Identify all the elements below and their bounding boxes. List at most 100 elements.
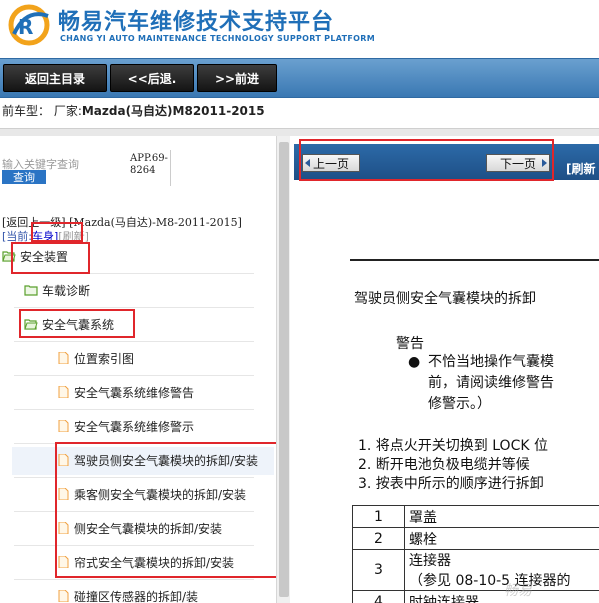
- tree-item-curtain-airbag[interactable]: 帘式安全气囊模块的拆卸/安装: [56, 551, 234, 573]
- document-icon: [58, 352, 69, 364]
- folder-open-icon: [24, 319, 38, 330]
- svg-text:R: R: [18, 15, 33, 39]
- next-page-label: 下一页: [499, 156, 536, 171]
- warning-title: 警告: [396, 336, 424, 352]
- search-button[interactable]: 查询: [2, 170, 46, 184]
- warning-text: ● 不恰当地操作气囊模 前，请阅读维修警告 修警示。）: [408, 352, 554, 415]
- triangle-right-icon: [542, 159, 547, 167]
- table-cell: 1: [352, 505, 405, 528]
- left-panel: 输入关键字查询 查询 APP.69-8264 [返回上一级] [Mazda(马自…: [0, 136, 276, 603]
- refresh-link[interactable]: [刷新: [566, 160, 596, 177]
- tree-item-service-caution[interactable]: 安全气囊系统维修警示: [56, 415, 194, 437]
- table-row: 2 螺栓: [352, 527, 599, 550]
- breadcrumb-refresh[interactable]: [刷新]: [58, 230, 89, 243]
- triangle-left-icon: [305, 159, 310, 167]
- step-line: 3. 按表中所示的顺序进行拆卸: [358, 476, 544, 492]
- warning-line: 不恰当地操作气囊模: [428, 354, 554, 370]
- tree-item-label: 车载诊断: [42, 283, 91, 298]
- document-icon: [58, 590, 69, 602]
- table-cell: 连接器 （参见 08-10-5 连接器的: [404, 549, 599, 591]
- divider: [0, 128, 599, 136]
- tree-item-label: 侧安全气囊模块的拆卸/安装: [74, 521, 223, 536]
- tree-item-service-warning[interactable]: 安全气囊系统维修警告: [56, 381, 194, 403]
- tree-item-label: 安全气囊系统维修警示: [74, 419, 195, 434]
- table-row: 3 连接器 （参见 08-10-5 连接器的: [352, 549, 599, 591]
- prev-page-label: 上一页: [312, 156, 349, 171]
- warning-line: 前，请阅读维修警告: [428, 375, 554, 391]
- back-button[interactable]: <<后退.: [110, 64, 194, 92]
- breadcrumb-current: [当前:: [2, 230, 32, 243]
- tree-item-crash-sensor[interactable]: 碰撞区传感器的拆卸/装: [56, 585, 198, 603]
- tree-item-label: 安全气囊系统维修警告: [74, 385, 195, 400]
- row-divider: [14, 511, 254, 512]
- watermark: 畅易: [504, 583, 532, 599]
- tree-item-driver-airbag[interactable]: 驾驶员侧安全气囊模块的拆卸/安装: [56, 449, 258, 471]
- document-title: 驾驶员侧安全气囊模块的拆卸: [354, 291, 536, 307]
- table-row: 4 时钟连接器: [352, 590, 599, 603]
- brand-title: 畅易汽车维修技术支持平台: [58, 10, 335, 35]
- tree-item-location-index[interactable]: 位置索引图: [56, 347, 134, 369]
- breadcrumb-car[interactable]: 车身]: [32, 230, 58, 243]
- row-divider: [14, 341, 254, 342]
- row-divider: [14, 409, 254, 410]
- app-code: APP.69-8264: [130, 153, 168, 176]
- row-divider: [14, 375, 254, 376]
- table-cell: 时钟连接器: [404, 590, 599, 603]
- document-icon: [58, 386, 69, 398]
- row-divider: [14, 545, 254, 546]
- table-cell: 螺栓: [404, 527, 599, 550]
- document-icon: [58, 488, 69, 500]
- forward-button[interactable]: >>前进: [197, 64, 277, 92]
- tree-item-label: 乘客侧安全气囊模块的拆卸/安装: [74, 487, 247, 502]
- procedure-table: 1 罩盖 2 螺栓 3 连接器 （参见 08-10-5 连接器的 4 时钟连接器: [352, 505, 599, 603]
- prev-page-button[interactable]: 上一页: [302, 154, 360, 172]
- table-cell: 罩盖: [404, 505, 599, 528]
- cy-logo-icon: R: [8, 4, 50, 46]
- folder-icon: [24, 285, 38, 296]
- document-icon: [58, 454, 69, 466]
- document-icon: [58, 420, 69, 432]
- folder-open-icon: [2, 251, 16, 262]
- page-toolbar: 上一页 下一页 [刷新: [294, 144, 599, 180]
- step-line: 1. 将点火开关切换到 LOCK 位: [358, 438, 548, 454]
- tree-item-label: 帘式安全气囊模块的拆卸/安装: [74, 555, 235, 570]
- nav-bar: 返回主目录 <<后退. >>前进: [0, 58, 599, 98]
- step-line: 2. 断开电池负极电缆并等候: [358, 457, 530, 473]
- table-cell: 3: [352, 549, 405, 591]
- document-icon: [58, 556, 69, 568]
- tree-item-label: 位置索引图: [74, 351, 135, 366]
- table-cell: 4: [352, 590, 405, 603]
- tree-item-label: 驾驶员侧安全气囊模块的拆卸/安装: [74, 453, 259, 468]
- breadcrumb: [当前:车身][刷新]: [2, 228, 89, 244]
- tree-item-label: 安全气囊系统: [42, 317, 115, 332]
- row-divider: [14, 477, 254, 478]
- tree-item-safety-devices[interactable]: 安全装置: [2, 245, 68, 267]
- scrollbar-thumb[interactable]: [279, 142, 289, 597]
- main-menu-button[interactable]: 返回主目录: [3, 64, 107, 92]
- left-scrollbar[interactable]: [276, 136, 290, 603]
- tree-item-onboard-diagnosis[interactable]: 车载诊断: [24, 279, 90, 301]
- row-divider: [14, 443, 254, 444]
- tree-item-passenger-airbag[interactable]: 乘客侧安全气囊模块的拆卸/安装: [56, 483, 246, 505]
- table-cell-main: 连接器: [409, 553, 451, 569]
- current-model-value: Mazda(马自达)M82011-2015: [81, 104, 265, 118]
- document-icon: [58, 522, 69, 534]
- bullet-icon: ●: [408, 354, 421, 370]
- brand-subtitle: CHANG YI AUTO MAINTENANCE TECHNOLOGY SUP…: [60, 34, 375, 43]
- tree-item-airbag-system[interactable]: 安全气囊系统: [24, 313, 114, 335]
- tree-item-label: 碰撞区传感器的拆卸/装: [74, 589, 199, 603]
- warning-line: 修警示。）: [428, 396, 491, 412]
- table-row: 1 罩盖: [352, 505, 599, 528]
- current-model: 前车型： 厂家:Mazda(马自达)M82011-2015: [0, 102, 599, 122]
- current-model-prefix: 前车型： 厂家:: [2, 104, 82, 118]
- row-divider: [14, 273, 254, 274]
- separator: [170, 150, 171, 186]
- row-divider: [14, 307, 254, 308]
- tree-item-side-airbag[interactable]: 侧安全气囊模块的拆卸/安装: [56, 517, 222, 539]
- document-panel: 上一页 下一页 [刷新 驾驶员侧安全气囊模块的拆卸 警告 ● 不恰当地操作气囊模…: [294, 136, 599, 603]
- app-header: R 畅易汽车维修技术支持平台 CHANG YI AUTO MAINTENANCE…: [0, 0, 599, 55]
- row-divider: [14, 579, 254, 580]
- document-rule: [350, 259, 599, 261]
- table-cell: 2: [352, 527, 405, 550]
- next-page-button[interactable]: 下一页: [486, 154, 550, 172]
